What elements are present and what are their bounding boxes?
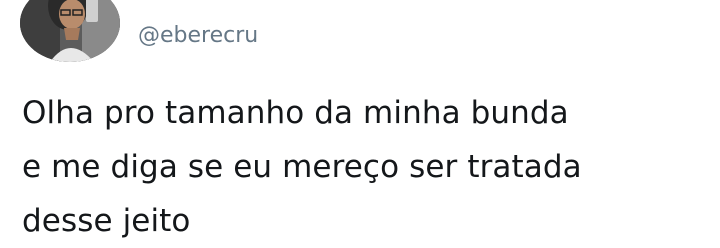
avatar-photo-icon xyxy=(20,0,120,62)
tweet-text-line: Olha pro tamanho da minha bunda xyxy=(22,95,569,131)
tweet-text-line: e me diga se eu mereço ser tratada xyxy=(22,149,582,185)
tweet-text: Olha pro tamanho da minha bunda e me dig… xyxy=(22,86,702,248)
tweet: @eberecru Olha pro tamanho da minha bund… xyxy=(0,0,720,240)
author-handle[interactable]: @eberecru xyxy=(138,22,258,50)
author-avatar[interactable] xyxy=(20,0,120,62)
